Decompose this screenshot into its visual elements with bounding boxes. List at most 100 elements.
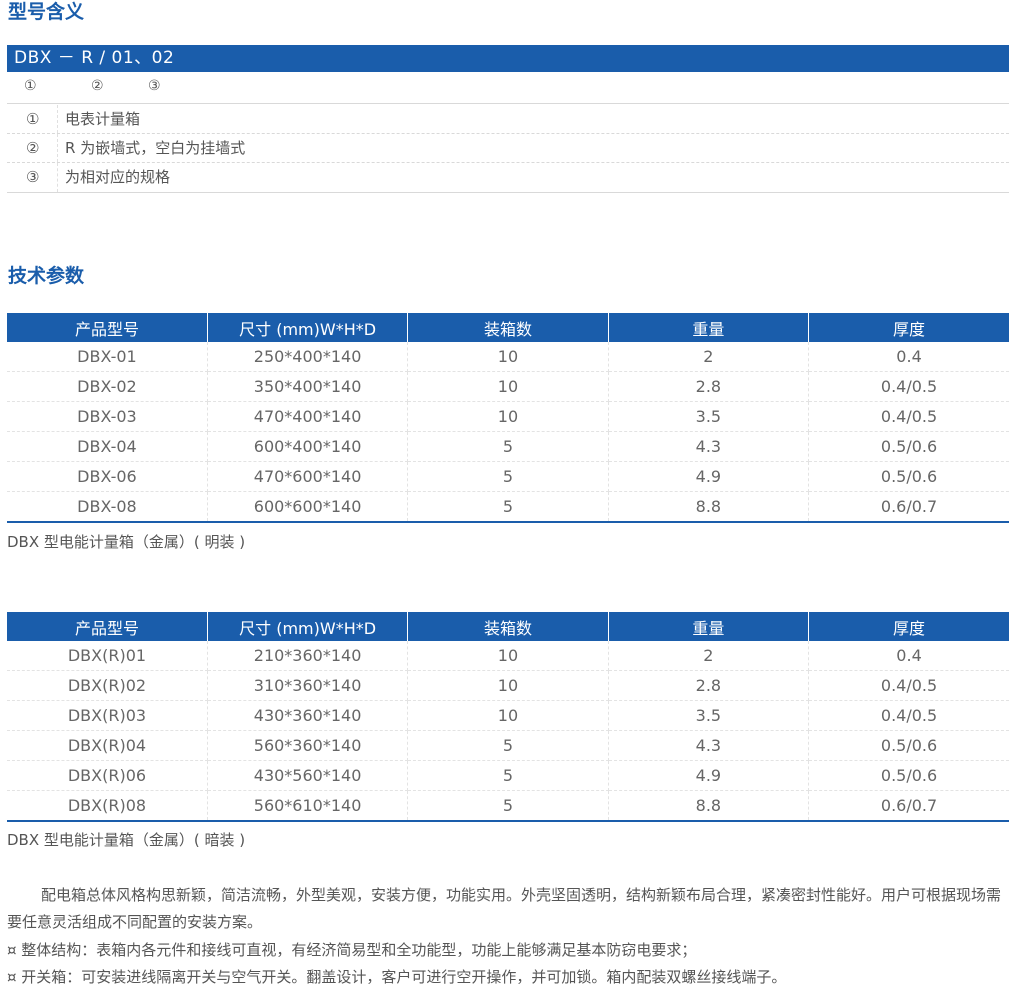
description-bullet-structure: ¤ 整体结构：表箱内各元件和接线可直视，有经济简易型和全功能型，功能上能够满足基… xyxy=(7,941,697,959)
table-row: DBX-01 250*400*140 10 2 0.4 xyxy=(7,342,1009,372)
table-row: DBX(R)03 430*360*140 10 3.5 0.4/0.5 xyxy=(7,700,1009,731)
cell-qty: 10 xyxy=(407,670,609,701)
tech-params-title: 技术参数 xyxy=(8,265,85,287)
cell-model: DBX(R)08 xyxy=(7,790,208,822)
cell-weight: 2 xyxy=(608,641,810,671)
cell-weight: 3.5 xyxy=(608,401,810,432)
cell-qty: 10 xyxy=(407,641,609,671)
cell-qty: 10 xyxy=(407,401,609,432)
cell-thickness: 0.4/0.5 xyxy=(808,670,1009,701)
cell-thickness: 0.4/0.5 xyxy=(808,700,1009,731)
cell-size: 310*360*140 xyxy=(207,670,409,701)
col-header-weight: 重量 xyxy=(608,612,810,641)
cell-qty: 10 xyxy=(407,700,609,731)
cell-qty: 5 xyxy=(407,730,609,761)
meaning-number: ② xyxy=(26,139,40,157)
cell-thickness: 0.6/0.7 xyxy=(808,790,1009,822)
table-header-row: 产品型号 尺寸 (mm)W*H*D 装箱数 重量 厚度 xyxy=(7,313,1009,342)
cell-weight: 2.8 xyxy=(608,670,810,701)
cell-thickness: 0.4 xyxy=(808,641,1009,671)
cell-thickness: 0.4 xyxy=(808,342,1009,372)
marker-1: ① xyxy=(24,78,37,94)
col-header-thickness: 厚度 xyxy=(808,313,1009,342)
table-row: DBX(R)02 310*360*140 10 2.8 0.4/0.5 xyxy=(7,670,1009,701)
cell-size: 250*400*140 xyxy=(207,342,409,372)
cell-weight: 4.3 xyxy=(608,431,810,462)
cell-thickness: 0.6/0.7 xyxy=(808,491,1009,523)
model-code-bar: DBX － R / 01、02 xyxy=(7,45,1009,72)
table-row: DBX-03 470*400*140 10 3.5 0.4/0.5 xyxy=(7,401,1009,432)
table-row: DBX(R)08 560*610*140 5 8.8 0.6/0.7 xyxy=(7,790,1009,822)
spec-table-surface: 产品型号 尺寸 (mm)W*H*D 装箱数 重量 厚度 DBX-01 250*40… xyxy=(7,313,1009,523)
col-header-size: 尺寸 (mm)W*H*D xyxy=(207,313,409,342)
col-header-qty: 装箱数 xyxy=(407,313,609,342)
cell-weight: 4.9 xyxy=(608,461,810,492)
cell-size: 470*600*140 xyxy=(207,461,409,492)
cell-size: 210*360*140 xyxy=(207,641,409,671)
cell-size: 560*360*140 xyxy=(207,730,409,761)
spec-table-flush: 产品型号 尺寸 (mm)W*H*D 装箱数 重量 厚度 DBX(R)01 210*… xyxy=(7,612,1009,822)
cell-model: DBX-02 xyxy=(7,371,208,402)
cell-qty: 5 xyxy=(407,461,609,492)
col-header-model: 产品型号 xyxy=(7,612,208,641)
cell-weight: 2.8 xyxy=(608,371,810,402)
cell-model: DBX-06 xyxy=(7,461,208,492)
cell-thickness: 0.5/0.6 xyxy=(808,461,1009,492)
cell-qty: 10 xyxy=(407,371,609,402)
cell-qty: 5 xyxy=(407,431,609,462)
cell-model: DBX(R)04 xyxy=(7,730,208,761)
description-paragraph: 配电箱总体风格构思新颖，简洁流畅，外型美观，安装方便，功能实用。外壳坚固透明，结… xyxy=(7,886,1002,931)
table-row: DBX-02 350*400*140 10 2.8 0.4/0.5 xyxy=(7,371,1009,402)
model-meaning-list: ① 电表计量箱 ② R 为嵌墙式，空白为挂墙式 ③ 为相对应的规格 xyxy=(7,105,1009,193)
cell-size: 350*400*140 xyxy=(207,371,409,402)
description-bullet-switchbox: ¤ 开关箱：可安装进线隔离开关与空气开关。翻盖设计，客户可进行空开操作，并可加锁… xyxy=(7,968,787,986)
marker-2: ② xyxy=(91,78,104,94)
meaning-text: 电表计量箱 xyxy=(65,110,141,128)
col-header-thickness: 厚度 xyxy=(808,612,1009,641)
cell-model: DBX-03 xyxy=(7,401,208,432)
col-header-model: 产品型号 xyxy=(7,313,208,342)
cell-thickness: 0.5/0.6 xyxy=(808,760,1009,791)
cell-qty: 10 xyxy=(407,342,609,372)
col-header-qty: 装箱数 xyxy=(407,612,609,641)
cell-size: 560*610*140 xyxy=(207,790,409,822)
marker-3: ③ xyxy=(148,78,161,94)
cell-weight: 2 xyxy=(608,342,810,372)
table-header-row: 产品型号 尺寸 (mm)W*H*D 装箱数 重量 厚度 xyxy=(7,612,1009,641)
meaning-number: ③ xyxy=(26,168,40,186)
meaning-text: 为相对应的规格 xyxy=(65,168,171,186)
table-caption-flush: DBX 型电能计量箱（金属）( 暗装 ) xyxy=(7,831,246,849)
cell-model: DBX-04 xyxy=(7,431,208,462)
cell-size: 600*400*140 xyxy=(207,431,409,462)
cell-model: DBX-01 xyxy=(7,342,208,372)
table-row: DBX(R)04 560*360*140 5 4.3 0.5/0.6 xyxy=(7,730,1009,761)
table-row: DBX(R)06 430*560*140 5 4.9 0.5/0.6 xyxy=(7,760,1009,791)
col-header-size: 尺寸 (mm)W*H*D xyxy=(207,612,409,641)
table-row: DBX-04 600*400*140 5 4.3 0.5/0.6 xyxy=(7,431,1009,462)
col-header-weight: 重量 xyxy=(608,313,810,342)
cell-model: DBX-08 xyxy=(7,491,208,523)
model-meaning-title: 型号含义 xyxy=(8,1,85,23)
cell-model: DBX(R)01 xyxy=(7,641,208,671)
cell-weight: 3.5 xyxy=(608,700,810,731)
meaning-item: ① 电表计量箱 xyxy=(7,105,1009,134)
table-body: DBX-01 250*400*140 10 2 0.4 DBX-02 350*400*140… xyxy=(7,342,1009,523)
model-code-markers: ① ② ③ xyxy=(7,73,1009,104)
meaning-item: ② R 为嵌墙式，空白为挂墙式 xyxy=(7,134,1009,163)
cell-weight: 4.3 xyxy=(608,730,810,761)
cell-size: 600*600*140 xyxy=(207,491,409,523)
table-caption-surface: DBX 型电能计量箱（金属）( 明装 ) xyxy=(7,533,246,551)
cell-model: DBX(R)03 xyxy=(7,700,208,731)
model-code: DBX － R / 01、02 xyxy=(14,48,175,68)
table-row: DBX(R)01 210*360*140 10 2 0.4 xyxy=(7,641,1009,671)
table-row: DBX-08 600*600*140 5 8.8 0.6/0.7 xyxy=(7,491,1009,523)
meaning-number: ① xyxy=(26,110,40,128)
cell-thickness: 0.4/0.5 xyxy=(808,371,1009,402)
cell-weight: 8.8 xyxy=(608,491,810,523)
cell-qty: 5 xyxy=(407,790,609,822)
cell-model: DBX(R)06 xyxy=(7,760,208,791)
cell-qty: 5 xyxy=(407,760,609,791)
table-body: DBX(R)01 210*360*140 10 2 0.4 DBX(R)02 310*360… xyxy=(7,641,1009,822)
meaning-item: ③ 为相对应的规格 xyxy=(7,163,1009,193)
cell-weight: 8.8 xyxy=(608,790,810,822)
